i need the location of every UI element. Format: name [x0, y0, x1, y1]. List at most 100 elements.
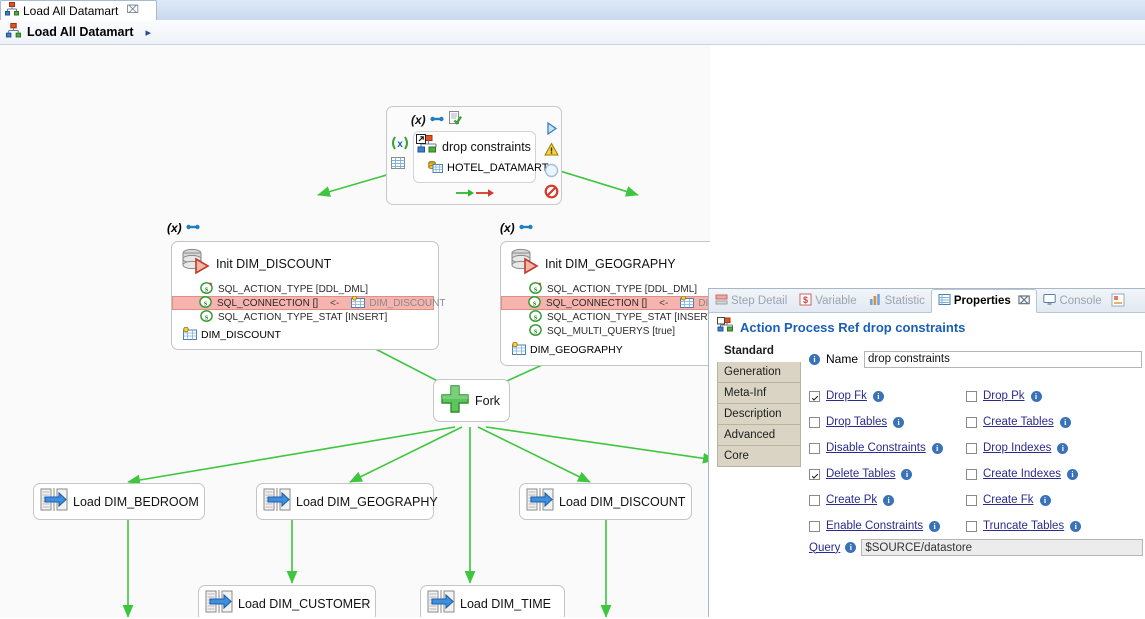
- checkbox-row-drop-fk[interactable]: Drop Fk i: [809, 383, 966, 409]
- checkbox-drop-pk[interactable]: [966, 390, 977, 402]
- checkbox-drop-tables[interactable]: [809, 416, 820, 428]
- process-ref-icon: [416, 134, 438, 159]
- checkbox-delete-tables[interactable]: [809, 468, 820, 480]
- disabled-circle-icon[interactable]: [544, 163, 559, 181]
- info-icon[interactable]: i: [1039, 494, 1051, 506]
- node-init-dim-discount[interactable]: Init DIM_DISCOUNT s SQL_ACTION_TYPE [DDL…: [171, 241, 445, 350]
- link-icon: [519, 221, 533, 235]
- variable-badge: (x): [500, 221, 515, 235]
- tab-variable[interactable]: $ Variable: [793, 290, 862, 312]
- checkbox-row-drop-pk[interactable]: Drop Pk i: [966, 383, 1123, 409]
- checkbox-create-pk[interactable]: [809, 494, 820, 506]
- info-icon[interactable]: i: [1059, 416, 1071, 428]
- checkbox-disable-constraints[interactable]: [809, 442, 820, 454]
- info-icon[interactable]: i: [901, 468, 913, 480]
- checkbox-drop-fk[interactable]: [809, 390, 820, 402]
- info-icon[interactable]: i: [1067, 468, 1078, 480]
- node-fork[interactable]: Fork: [433, 379, 510, 422]
- info-icon[interactable]: i: [883, 494, 895, 506]
- datastore-icon: [511, 341, 526, 358]
- ltab-description[interactable]: Description: [717, 404, 801, 425]
- ltab-label: Description: [724, 408, 782, 420]
- checkbox-row-disable-constraints[interactable]: Disable Constraints i: [809, 435, 966, 461]
- node-load-dim-discount[interactable]: Load DIM_DISCOUNT: [519, 483, 692, 520]
- sql-attribute-icon: s: [528, 295, 542, 311]
- checkbox-row-delete-tables[interactable]: Delete Tables i: [809, 461, 966, 487]
- tab-properties[interactable]: Properties ⌧: [930, 289, 1038, 313]
- checkbox-label[interactable]: Drop Indexes: [983, 442, 1051, 454]
- checkbox-label[interactable]: Drop Fk: [826, 390, 867, 402]
- info-icon[interactable]: i: [893, 416, 905, 428]
- checkbox-label[interactable]: Delete Tables: [826, 468, 895, 480]
- info-icon[interactable]: i: [1057, 442, 1069, 454]
- info-icon[interactable]: i: [929, 520, 941, 532]
- options-checkbox-grid: Drop Fk i Drop Pk i Drop Tables i Create…: [809, 383, 1145, 539]
- checkbox-label[interactable]: Create Fk: [983, 494, 1034, 506]
- checkbox-label[interactable]: Create Tables: [983, 416, 1054, 428]
- node-load-dim-geography[interactable]: Load DIM_GEOGRAPHY: [256, 483, 438, 520]
- ltab-standard[interactable]: Standard: [717, 341, 801, 362]
- info-icon[interactable]: i: [872, 390, 884, 402]
- checkbox-enable-constraints[interactable]: [809, 520, 820, 532]
- checkbox-drop-indexes[interactable]: [966, 442, 977, 454]
- node-drop-constraints[interactable]: (x) x drop constraints HOTEL_DATAMART: [386, 106, 562, 205]
- variables-icon[interactable]: x: [391, 135, 409, 154]
- close-icon[interactable]: ⌧: [126, 5, 139, 16]
- breadcrumb-item-load-all-datamart[interactable]: Load All Datamart: [27, 25, 134, 39]
- query-input[interactable]: [861, 539, 1144, 556]
- name-input[interactable]: [864, 350, 1143, 368]
- tab-statistic[interactable]: Statistic: [863, 290, 931, 312]
- node-init-dim-geography[interactable]: Init DIM_GEOGRAPHY s SQL_ACTION_TYPE [DD…: [500, 241, 710, 366]
- info-icon[interactable]: i: [1070, 520, 1082, 532]
- tab-step-detail[interactable]: Step Detail: [709, 290, 793, 312]
- info-icon[interactable]: i: [809, 353, 820, 365]
- checkbox-label[interactable]: Truncate Tables: [983, 520, 1064, 532]
- close-icon[interactable]: ⌧: [1018, 295, 1031, 307]
- breadcrumb: Load All Datamart ▸: [0, 20, 1145, 45]
- info-icon[interactable]: i: [931, 442, 943, 454]
- load-process-icon: [40, 487, 68, 516]
- editor-tab-load-all-datamart[interactable]: Load All Datamart ⌧: [0, 0, 157, 20]
- checkbox-create-tables[interactable]: [966, 416, 977, 428]
- node-load-dim-bedroom[interactable]: Load DIM_BEDROOM: [33, 483, 205, 520]
- checkbox-row-create-fk[interactable]: Create Fk i: [966, 487, 1123, 513]
- ltab-advanced[interactable]: Advanced: [717, 425, 801, 446]
- checkbox-row-create-pk[interactable]: Create Pk i: [809, 487, 966, 513]
- checkbox-label[interactable]: Create Indexes: [983, 468, 1061, 480]
- forbidden-icon[interactable]: [544, 184, 559, 202]
- checkbox-row-enable-constraints[interactable]: Enable Constraints i: [809, 513, 966, 539]
- checkbox-label[interactable]: Drop Pk: [983, 390, 1025, 402]
- properties-left-tabs: Standard Generation Meta-Inf Description…: [717, 341, 801, 467]
- checkbox-row-drop-indexes[interactable]: Drop Indexes i: [966, 435, 1123, 461]
- checkbox-truncate-tables[interactable]: [966, 520, 977, 532]
- checkbox-label[interactable]: Enable Constraints: [826, 520, 923, 532]
- checkbox-label[interactable]: Drop Tables: [826, 416, 887, 428]
- sql-attribute-icon: s: [200, 281, 214, 297]
- node-title: Load DIM_DISCOUNT: [559, 494, 686, 509]
- chevron-right-icon[interactable]: ▸: [146, 26, 152, 39]
- info-icon[interactable]: i: [1030, 390, 1042, 402]
- checkbox-row-drop-tables[interactable]: Drop Tables i: [809, 409, 966, 435]
- checkbox-create-indexes[interactable]: [966, 468, 977, 480]
- checkbox-create-fk[interactable]: [966, 494, 977, 506]
- view-menu-icon[interactable]: [1111, 293, 1125, 310]
- tab-overflow[interactable]: [1108, 290, 1128, 312]
- checkbox-label[interactable]: Disable Constraints: [826, 442, 926, 454]
- node-load-dim-customer[interactable]: Load DIM_CUSTOMER: [198, 585, 376, 617]
- checkbox-row-create-indexes[interactable]: Create Indexes i: [966, 461, 1123, 487]
- grid-icon[interactable]: [391, 157, 409, 172]
- checkbox-label[interactable]: Create Pk: [826, 494, 877, 506]
- node-load-dim-time[interactable]: Load DIM_TIME: [420, 585, 565, 617]
- run-icon[interactable]: [544, 121, 559, 139]
- ltab-generation[interactable]: Generation: [717, 362, 801, 383]
- tab-console[interactable]: Console: [1037, 290, 1107, 312]
- process-diagram-canvas[interactable]: (x) x drop constraints HOTEL_DATAMART (x…: [0, 45, 710, 617]
- checkbox-row-create-tables[interactable]: Create Tables i: [966, 409, 1123, 435]
- warning-icon[interactable]: [544, 142, 559, 160]
- checkbox-row-truncate-tables[interactable]: Truncate Tables i: [966, 513, 1123, 539]
- ltab-core[interactable]: Core: [717, 446, 801, 467]
- ltab-meta-inf[interactable]: Meta-Inf: [717, 383, 801, 404]
- node-drop-constraints-body[interactable]: drop constraints HOTEL_DATAMART: [413, 131, 548, 183]
- query-field-label[interactable]: Query: [809, 542, 840, 554]
- info-icon[interactable]: i: [845, 542, 857, 553]
